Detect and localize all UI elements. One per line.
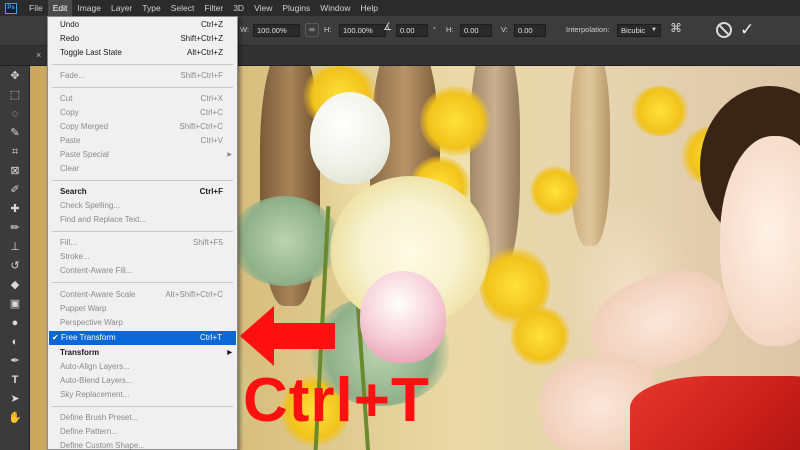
shortcut-caption: Ctrl+T: [243, 366, 430, 435]
degree-symbol: °: [433, 25, 436, 34]
v-skew-label: V:: [501, 25, 508, 34]
menu-item-puppet-warp[interactable]: Puppet Warp: [48, 302, 237, 316]
brush-tool-icon[interactable]: ✏: [7, 220, 23, 236]
blur-tool-icon[interactable]: ●: [7, 315, 23, 331]
checkmark-icon: ✔: [52, 333, 59, 342]
width-field[interactable]: 100.00%: [253, 24, 300, 37]
path-select-icon[interactable]: ➤: [7, 391, 23, 407]
commit-checkmark-icon[interactable]: ✓: [740, 20, 754, 40]
frame-tool-icon[interactable]: ⊠: [7, 163, 23, 179]
menu-edit[interactable]: Edit: [47, 0, 73, 16]
gradient-tool-icon[interactable]: ▣: [7, 296, 23, 312]
submenu-arrow-icon: ▶: [227, 152, 232, 158]
type-tool-icon[interactable]: T: [7, 372, 23, 388]
menu-item-cut[interactable]: Cut Ctrl+X: [48, 92, 237, 106]
eraser-tool-icon[interactable]: ◆: [7, 277, 23, 293]
menu-item-transform[interactable]: Transform ▶: [48, 346, 237, 360]
close-icon[interactable]: ×: [36, 50, 41, 60]
menu-bar: Ps File Edit Image Layer Type Select Fil…: [0, 0, 800, 16]
eyedropper-tool-icon[interactable]: ✐: [7, 182, 23, 198]
hand-tool-icon[interactable]: ✋: [7, 410, 23, 426]
menu-item-paste[interactable]: Paste Ctrl+V: [48, 134, 237, 148]
photoshop-logo-icon: Ps: [5, 2, 17, 14]
menu-file[interactable]: File: [24, 0, 48, 16]
link-icon[interactable]: ∞: [305, 23, 319, 37]
menu-item-undo[interactable]: Undo Ctrl+Z: [48, 18, 237, 32]
menu-separator: [52, 64, 233, 65]
menu-item-copy[interactable]: Copy Ctrl+C: [48, 106, 237, 120]
menu-help[interactable]: Help: [355, 0, 382, 16]
marquee-tool-icon[interactable]: ⬚: [7, 87, 23, 103]
menu-item-clear[interactable]: Clear: [48, 162, 237, 176]
menu-filter[interactable]: Filter: [199, 0, 228, 16]
menu-item-perspective-warp[interactable]: Perspective Warp: [48, 316, 237, 330]
angle-icon: ∡: [383, 22, 392, 33]
quick-select-tool-icon[interactable]: ✎: [7, 125, 23, 141]
menu-select[interactable]: Select: [166, 0, 200, 16]
height-field[interactable]: 100.00%: [339, 24, 386, 37]
menu-item-fill[interactable]: Fill... Shift+F5: [48, 236, 237, 250]
menu-item-auto-blend-layers[interactable]: Auto-Blend Layers...: [48, 374, 237, 388]
warp-mode-icon[interactable]: ⌘: [670, 21, 682, 35]
menu-item-paste-special[interactable]: Paste Special ▶: [48, 148, 237, 162]
interpolation-label: Interpolation:: [566, 25, 610, 34]
menu-item-stroke[interactable]: Stroke...: [48, 250, 237, 264]
interpolation-value: Bicubic: [621, 26, 646, 35]
pen-tool-icon[interactable]: ✒: [7, 353, 23, 369]
menu-item-copy-merged[interactable]: Copy Merged Shift+Ctrl+C: [48, 120, 237, 134]
menu-item-search[interactable]: Search Ctrl+F: [48, 185, 237, 199]
menu-3d[interactable]: 3D: [228, 0, 249, 16]
menu-item-auto-align-layers[interactable]: Auto-Align Layers...: [48, 360, 237, 374]
dodge-tool-icon[interactable]: ◐: [7, 334, 23, 350]
menu-type[interactable]: Type: [137, 0, 165, 16]
move-tool-icon[interactable]: ✥: [7, 68, 23, 84]
menu-view[interactable]: View: [249, 0, 277, 16]
menu-item-sky-replacement[interactable]: Sky Replacement...: [48, 388, 237, 402]
cancel-icon[interactable]: [716, 22, 732, 38]
clone-stamp-icon[interactable]: ⊥: [7, 239, 23, 255]
menu-item-define-brush-preset[interactable]: Define Brush Preset...: [48, 411, 237, 425]
interpolation-select[interactable]: Bicubic ▼: [617, 24, 661, 37]
h-label: H:: [324, 25, 332, 34]
menu-layer[interactable]: Layer: [106, 0, 137, 16]
h-skew-label: H:: [446, 25, 454, 34]
h-skew-field[interactable]: 0.00: [460, 24, 492, 37]
angle-field[interactable]: 0.00: [396, 24, 428, 37]
menu-separator: [52, 231, 233, 232]
healing-brush-icon[interactable]: ✚: [7, 201, 23, 217]
menu-item-define-pattern[interactable]: Define Pattern...: [48, 425, 237, 439]
menu-plugins[interactable]: Plugins: [277, 0, 315, 16]
menu-separator: [52, 87, 233, 88]
menu-item-redo[interactable]: Redo Shift+Ctrl+Z: [48, 32, 237, 46]
red-arrow-icon: [240, 306, 335, 366]
menu-item-check-spelling[interactable]: Check Spelling...: [48, 199, 237, 213]
submenu-arrow-icon: ▶: [227, 350, 232, 356]
chevron-down-icon: ▼: [651, 27, 657, 33]
menu-item-toggle-last-state[interactable]: Toggle Last State Alt+Ctrl+Z: [48, 46, 237, 60]
menu-item-content-aware-scale[interactable]: Content-Aware Scale Alt+Shift+Ctrl+C: [48, 288, 237, 302]
menu-separator: [52, 180, 233, 181]
w-label: W:: [240, 25, 250, 34]
menu-item-content-aware-fill[interactable]: Content-Aware Fill...: [48, 264, 237, 278]
history-brush-icon[interactable]: ↺: [7, 258, 23, 274]
menu-separator: [52, 282, 233, 283]
menu-item-free-transform[interactable]: ✔ Free Transform Ctrl+T: [49, 331, 236, 345]
edit-menu-dropdown: Undo Ctrl+Z Redo Shift+Ctrl+Z Toggle Last …: [47, 16, 238, 450]
crop-tool-icon[interactable]: ⌗: [7, 144, 23, 160]
menu-window[interactable]: Window: [315, 0, 355, 16]
menu-image[interactable]: Image: [72, 0, 106, 16]
tools-panel: ✥ ⬚ ◌ ✎ ⌗ ⊠ ✐ ✚ ✏ ⊥ ↺ ◆ ▣ ● ◐ ✒ T ➤ ✋: [0, 66, 30, 450]
lasso-tool-icon[interactable]: ◌: [7, 106, 23, 122]
menu-item-fade[interactable]: Fade... Shift+Ctrl+F: [48, 69, 237, 83]
menu-separator: [52, 406, 233, 407]
menu-item-define-custom-shape[interactable]: Define Custom Shape...: [48, 439, 237, 450]
menu-item-find-replace[interactable]: Find and Replace Text...: [48, 213, 237, 227]
v-skew-field[interactable]: 0.00: [514, 24, 546, 37]
